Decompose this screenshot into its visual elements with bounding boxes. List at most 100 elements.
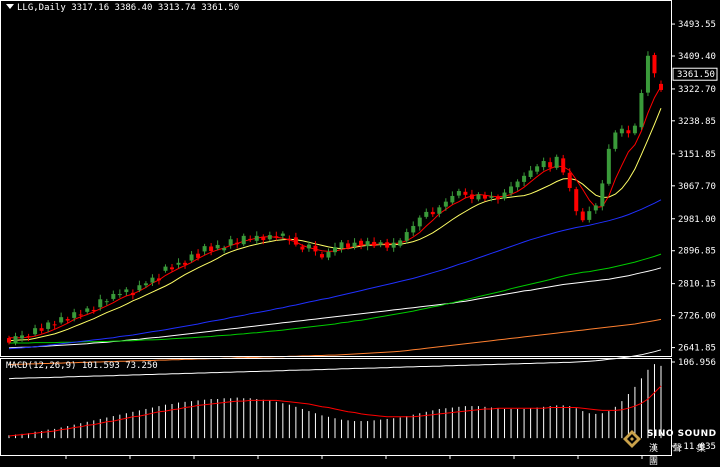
bear-candle — [7, 338, 11, 343]
bull-candle — [280, 233, 285, 236]
price-tick-label: 3238.85 — [678, 117, 716, 127]
price-tick-label: 3151.85 — [678, 150, 716, 160]
bear-candle — [496, 196, 500, 200]
bull-candle — [541, 161, 546, 168]
bear-candle — [300, 246, 305, 250]
bear-candle — [52, 324, 57, 326]
ma30-line — [8, 199, 662, 350]
current-price-label: 3361.50 — [677, 70, 715, 80]
bear-candle — [482, 195, 487, 199]
ohlc-values: 3317.16 3386.40 3313.74 3361.50 — [71, 3, 240, 13]
bull-candle — [450, 195, 455, 203]
bull-candle — [241, 235, 246, 245]
bull-candle — [124, 289, 129, 293]
bear-candle — [39, 328, 44, 331]
price-tick-label: 2896.85 — [678, 247, 716, 257]
bull-candle — [117, 293, 122, 296]
bear-candle — [430, 211, 435, 215]
bear-candle — [170, 267, 174, 270]
bear-candle — [65, 319, 70, 321]
bull-candle — [476, 194, 481, 200]
bull-candle — [600, 183, 605, 207]
bull-candle — [554, 156, 559, 168]
chart-frame: 3493.55 3409.40 3322.70 3238.85 3151.85 3067.… — [0, 0, 718, 459]
bull-candle — [456, 191, 461, 196]
bull-candle — [72, 312, 77, 318]
bear-candle — [261, 236, 266, 241]
bull-candle — [424, 211, 429, 217]
bull-candle — [150, 277, 155, 283]
bear-candle — [235, 242, 240, 245]
price-tick-label: 3409.40 — [678, 52, 716, 62]
bear-candle — [385, 242, 390, 248]
collapse-triangle-icon[interactable] — [6, 4, 14, 9]
bear-candle — [287, 238, 292, 241]
bull-candle — [176, 262, 181, 265]
bull-candle — [404, 232, 409, 241]
bear-candle — [626, 130, 631, 134]
price-tick-label: 3493.55 — [678, 20, 716, 30]
bull-candle — [443, 201, 448, 207]
bull-candle — [378, 242, 383, 245]
bull-candle — [502, 192, 507, 199]
ma90-line — [8, 267, 662, 349]
bear-candle — [293, 237, 298, 245]
bull-candle — [189, 254, 194, 261]
price-tick-label: 2810.15 — [678, 280, 716, 290]
macd-tick-label: 106.956 — [678, 358, 716, 368]
price-panel[interactable] — [7, 51, 663, 380]
bull-candle — [46, 322, 51, 329]
bull-candle — [254, 235, 259, 241]
bull-candle — [306, 244, 311, 249]
bull-candle — [13, 336, 18, 343]
bear-candle — [346, 243, 351, 248]
bear-candle — [156, 278, 161, 281]
ma60-line — [9, 253, 662, 344]
bull-candle — [489, 196, 494, 198]
bear-candle — [196, 253, 201, 258]
price-tick-label: 3322.70 — [678, 85, 716, 95]
logo-chinese: 漢 聲 集 團 — [649, 444, 712, 467]
bear-candle — [659, 83, 663, 90]
price-axis: 3493.55 3409.40 3322.70 3238.85 3151.85 3067.… — [671, 20, 718, 354]
bull-candle — [535, 166, 540, 172]
bull-candle — [593, 205, 598, 211]
bull-candle — [326, 251, 331, 258]
bull-candle — [645, 55, 650, 93]
bull-candle — [411, 225, 416, 233]
bull-candle — [639, 93, 644, 128]
symbol-label: LLG,Daily — [17, 3, 66, 13]
bull-candle — [522, 175, 527, 182]
macd-label: MACD(12,26,9) 101.593 73.250 — [6, 361, 158, 371]
price-tick-label: 2641.85 — [678, 344, 716, 354]
bear-candle — [91, 309, 96, 312]
bear-candle — [359, 240, 364, 246]
diamond-logo-icon — [623, 430, 641, 448]
bull-candle — [606, 148, 611, 184]
macd-header: MACD(12,26,9) 101.593 73.250 — [6, 361, 158, 371]
bear-candle — [209, 246, 214, 252]
bull-candle — [33, 328, 38, 335]
bull-candle — [515, 181, 520, 188]
bull-candle — [215, 244, 220, 249]
bull-candle — [632, 125, 637, 134]
bull-candle — [85, 308, 90, 312]
bear-candle — [248, 238, 253, 240]
bear-candle — [130, 292, 135, 296]
bear-candle — [313, 245, 318, 252]
bear-candle — [469, 194, 474, 200]
bull-candle — [352, 242, 357, 247]
bear-candle — [567, 172, 572, 188]
bear-candle — [652, 55, 657, 74]
bear-candle — [548, 162, 553, 168]
bear-candle — [183, 262, 188, 265]
bull-candle — [391, 242, 396, 248]
bull-candle — [333, 247, 337, 253]
bull-candle — [137, 285, 142, 291]
bull-candle — [20, 335, 25, 339]
bull-candle — [59, 317, 64, 323]
price-header: LLG,Daily 3317.16 3386.40 3313.74 3361.5… — [6, 3, 239, 13]
bear-candle — [463, 191, 468, 195]
bull-candle — [222, 248, 227, 251]
price-tick-label: 2981.00 — [678, 215, 716, 225]
